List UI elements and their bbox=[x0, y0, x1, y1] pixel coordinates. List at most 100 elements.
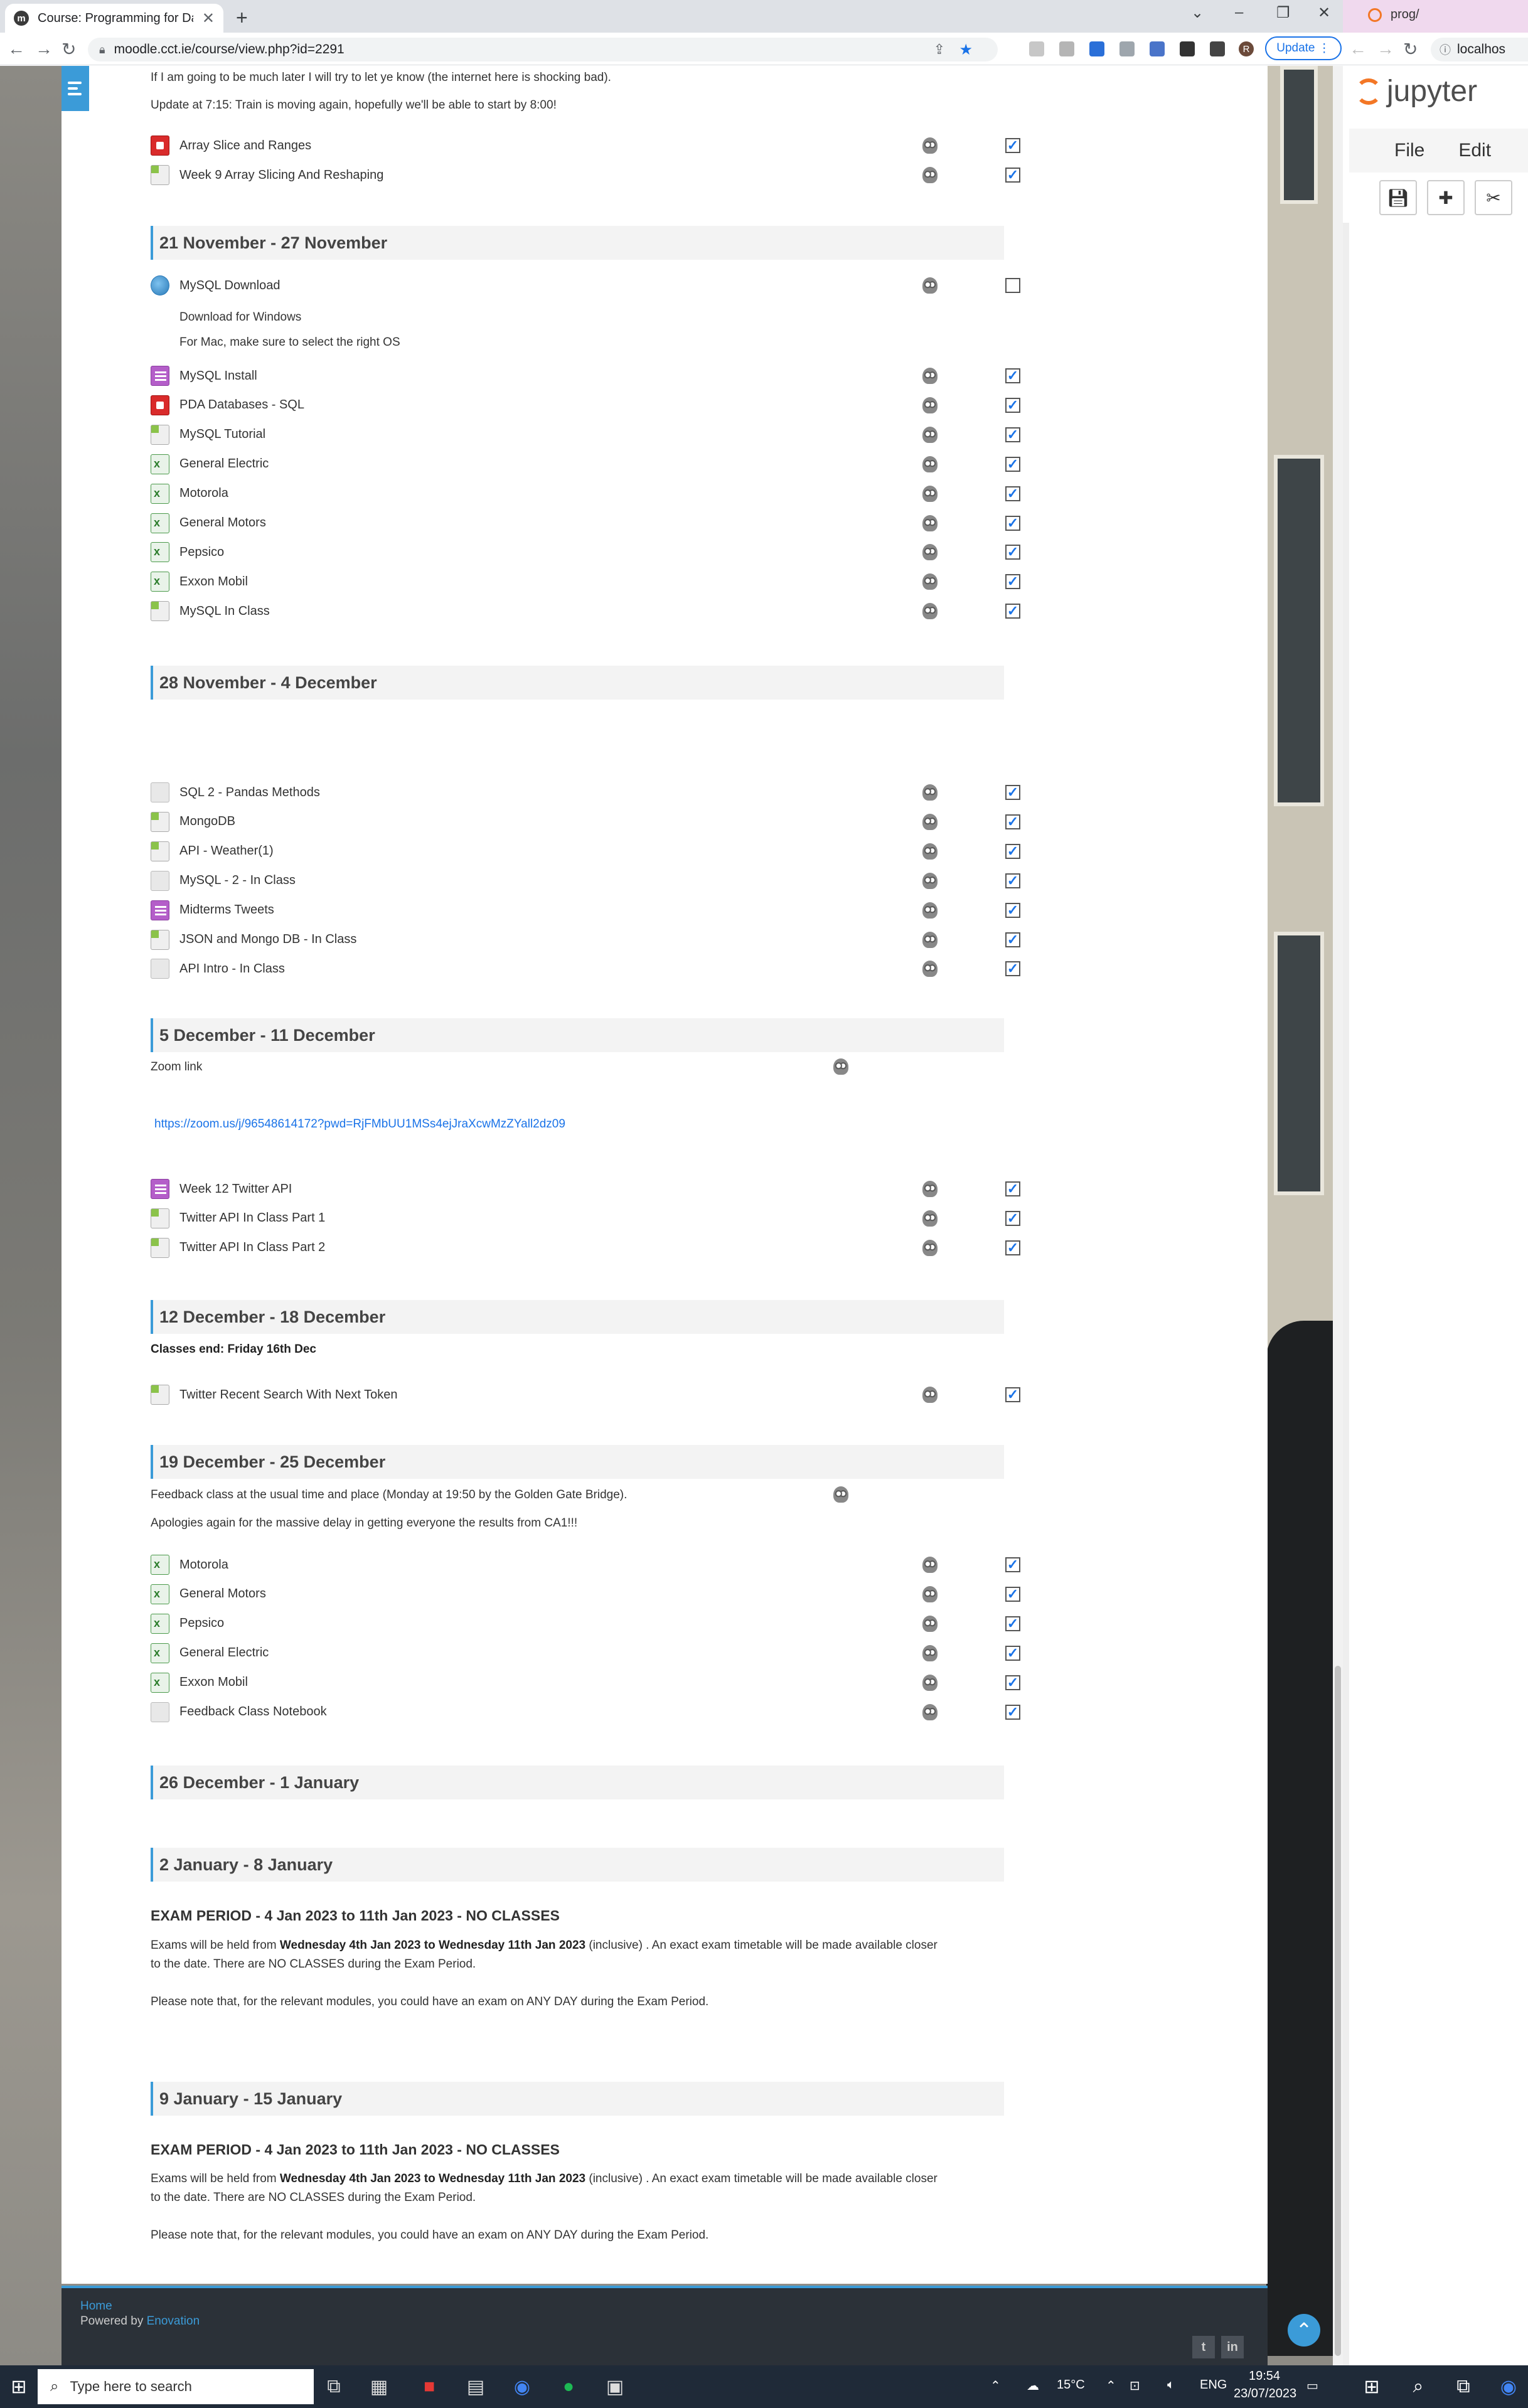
taskbar-search[interactable]: ⌕ Type here to search bbox=[38, 2369, 314, 2404]
tray-chevron-icon[interactable]: ⌃ bbox=[1106, 2378, 1116, 2394]
activity-row[interactable]: SQL 2 - Pandas Methods bbox=[151, 779, 1020, 806]
scrollbar-thumb[interactable] bbox=[1335, 1666, 1341, 2356]
completion-checkbox[interactable] bbox=[1005, 932, 1020, 947]
completion-checkbox[interactable] bbox=[1005, 873, 1020, 888]
linkedin-icon[interactable]: in bbox=[1221, 2336, 1244, 2358]
completion-checkbox[interactable] bbox=[1005, 368, 1020, 383]
menu-edit[interactable]: Edit bbox=[1458, 140, 1491, 161]
app-icon[interactable]: ▦ bbox=[366, 2374, 392, 2399]
completion-checkbox[interactable] bbox=[1005, 545, 1020, 560]
completion-checkbox[interactable] bbox=[1005, 814, 1020, 829]
completion-checkbox[interactable] bbox=[1005, 574, 1020, 590]
task-view-icon[interactable]: ⧉ bbox=[321, 2374, 346, 2399]
completion-checkbox[interactable] bbox=[1005, 515, 1020, 531]
activity-row[interactable]: Exxon Mobil bbox=[151, 568, 1020, 595]
profile-avatar[interactable]: R bbox=[1239, 41, 1254, 56]
activity-row[interactable]: Week 9 Array Slicing And Reshaping bbox=[151, 161, 1020, 189]
completion-checkbox[interactable] bbox=[1005, 785, 1020, 800]
section-header[interactable]: 28 November - 4 December bbox=[151, 666, 1004, 700]
activity-row[interactable]: Week 12 Twitter API bbox=[151, 1175, 1020, 1203]
activity-row[interactable]: API Intro - In Class bbox=[151, 955, 1020, 983]
enovation-link[interactable]: Enovation bbox=[147, 2315, 200, 2328]
search-icon[interactable]: ⌕ bbox=[1406, 2374, 1431, 2399]
activity-row[interactable]: Twitter API In Class Part 1 bbox=[151, 1205, 1020, 1232]
activity-row[interactable]: General Motors bbox=[151, 509, 1020, 537]
activity-row[interactable]: API - Weather(1) bbox=[151, 838, 1020, 865]
activity-row[interactable]: General Electric bbox=[151, 450, 1020, 478]
task-view-icon[interactable]: ⧉ bbox=[1451, 2374, 1476, 2399]
section-header[interactable]: 26 December - 1 January bbox=[151, 1766, 1004, 1799]
completion-checkbox[interactable] bbox=[1005, 1387, 1020, 1402]
back-icon[interactable]: ← bbox=[8, 39, 25, 59]
reload-icon[interactable]: ↻ bbox=[61, 39, 76, 60]
completion-checkbox[interactable] bbox=[1005, 1586, 1020, 1602]
activity-row[interactable]: Exxon Mobil bbox=[151, 1669, 1020, 1697]
reload-icon[interactable]: ↻ bbox=[1403, 39, 1418, 60]
extension-icon[interactable] bbox=[1029, 41, 1044, 56]
completion-checkbox[interactable] bbox=[1005, 1210, 1020, 1226]
completion-checkbox[interactable] bbox=[1005, 961, 1020, 977]
completion-checkbox[interactable] bbox=[1005, 1557, 1020, 1572]
activity-row[interactable]: Pepsico bbox=[151, 1610, 1020, 1638]
section-header[interactable]: 21 November - 27 November bbox=[151, 226, 1004, 260]
translate-icon[interactable] bbox=[1150, 41, 1165, 56]
twitter-icon[interactable]: t bbox=[1192, 2336, 1215, 2358]
address-bar[interactable]: 🔒︎ moodle.cct.ie/course/view.php?id=2291… bbox=[88, 38, 998, 61]
spotify-icon[interactable]: ● bbox=[556, 2374, 581, 2399]
completion-checkbox[interactable] bbox=[1005, 138, 1020, 153]
completion-checkbox[interactable] bbox=[1005, 456, 1020, 472]
tab-close-icon[interactable]: ✕ bbox=[202, 9, 215, 28]
weather-icon[interactable]: ☁ bbox=[1027, 2378, 1039, 2394]
close-window-icon[interactable]: ✕ bbox=[1318, 4, 1330, 22]
side-panel-icon[interactable] bbox=[1210, 41, 1225, 56]
tab-course[interactable]: m Course: Programming for Data A ✕ bbox=[5, 4, 223, 33]
completion-checkbox[interactable] bbox=[1005, 843, 1020, 859]
zoom-link[interactable]: https://zoom.us/j/96548614172?pwd=RjFMbU… bbox=[154, 1117, 1008, 1131]
volume-icon[interactable]: 🔈︎ bbox=[1167, 2378, 1175, 2392]
tab-search-icon[interactable]: ⌄ bbox=[1191, 4, 1204, 22]
completion-checkbox[interactable] bbox=[1005, 1645, 1020, 1661]
activity-row[interactable]: MySQL - 2 - In Class bbox=[151, 867, 1020, 895]
completion-checkbox[interactable] bbox=[1005, 486, 1020, 501]
clock-time[interactable]: 19:54 bbox=[1249, 2369, 1280, 2384]
network-icon[interactable]: ⊡ bbox=[1130, 2378, 1140, 2394]
language-indicator[interactable]: ENG bbox=[1200, 2378, 1227, 2392]
app-icon[interactable]: ▣ bbox=[602, 2374, 628, 2399]
extension-icon[interactable] bbox=[1089, 41, 1104, 56]
file-explorer-icon[interactable]: ▤ bbox=[463, 2374, 488, 2399]
completion-checkbox[interactable] bbox=[1005, 1675, 1020, 1690]
back-to-top-button[interactable]: ⌃ bbox=[1288, 2314, 1320, 2347]
activity-row[interactable]: Twitter API In Class Part 2 bbox=[151, 1234, 1020, 1262]
share-icon[interactable]: ⇪ bbox=[934, 41, 945, 58]
section-header[interactable]: 19 December - 25 December bbox=[151, 1445, 1004, 1479]
address-bar[interactable]: ⓘ localhos bbox=[1431, 38, 1528, 61]
section-header[interactable]: 12 December - 18 December bbox=[151, 1300, 1004, 1334]
activity-row[interactable]: General Motors bbox=[151, 1580, 1020, 1608]
completion-checkbox[interactable] bbox=[1005, 1181, 1020, 1196]
activity-row[interactable]: MongoDB bbox=[151, 808, 1020, 836]
weather-temp[interactable]: 15°C bbox=[1057, 2378, 1085, 2392]
section-header[interactable]: 9 January - 15 January bbox=[151, 2082, 1004, 2116]
activity-row[interactable]: General Electric bbox=[151, 1639, 1020, 1667]
pdf-app-icon[interactable]: ■ bbox=[417, 2374, 442, 2399]
back-icon[interactable]: ← bbox=[1349, 39, 1367, 59]
activity-row[interactable]: MySQL In Class bbox=[151, 597, 1020, 625]
update-button[interactable]: Update ⋮ bbox=[1265, 36, 1342, 60]
extension-icon[interactable] bbox=[1119, 41, 1135, 56]
activity-row[interactable]: Midterms Tweets bbox=[151, 897, 1020, 924]
section-header[interactable]: 2 January - 8 January bbox=[151, 1848, 1004, 1882]
menu-file[interactable]: File bbox=[1394, 140, 1424, 161]
activity-row[interactable]: MySQL Tutorial bbox=[151, 421, 1020, 449]
forward-icon[interactable]: → bbox=[1377, 39, 1394, 59]
completion-checkbox[interactable] bbox=[1005, 1616, 1020, 1631]
activity-row[interactable]: Motorola bbox=[151, 480, 1020, 508]
completion-checkbox[interactable] bbox=[1005, 427, 1020, 442]
bookmark-star-icon[interactable]: ★ bbox=[959, 41, 973, 59]
extension-icon[interactable] bbox=[1059, 41, 1074, 56]
activity-row[interactable]: Array Slice and Ranges bbox=[151, 132, 1020, 159]
activity-row[interactable]: MySQL Install bbox=[151, 362, 1020, 390]
minimize-icon[interactable]: – bbox=[1235, 4, 1243, 21]
scrollbar[interactable] bbox=[1343, 223, 1349, 2365]
completion-checkbox[interactable] bbox=[1005, 1704, 1020, 1720]
puzzle-icon[interactable] bbox=[1180, 41, 1195, 56]
